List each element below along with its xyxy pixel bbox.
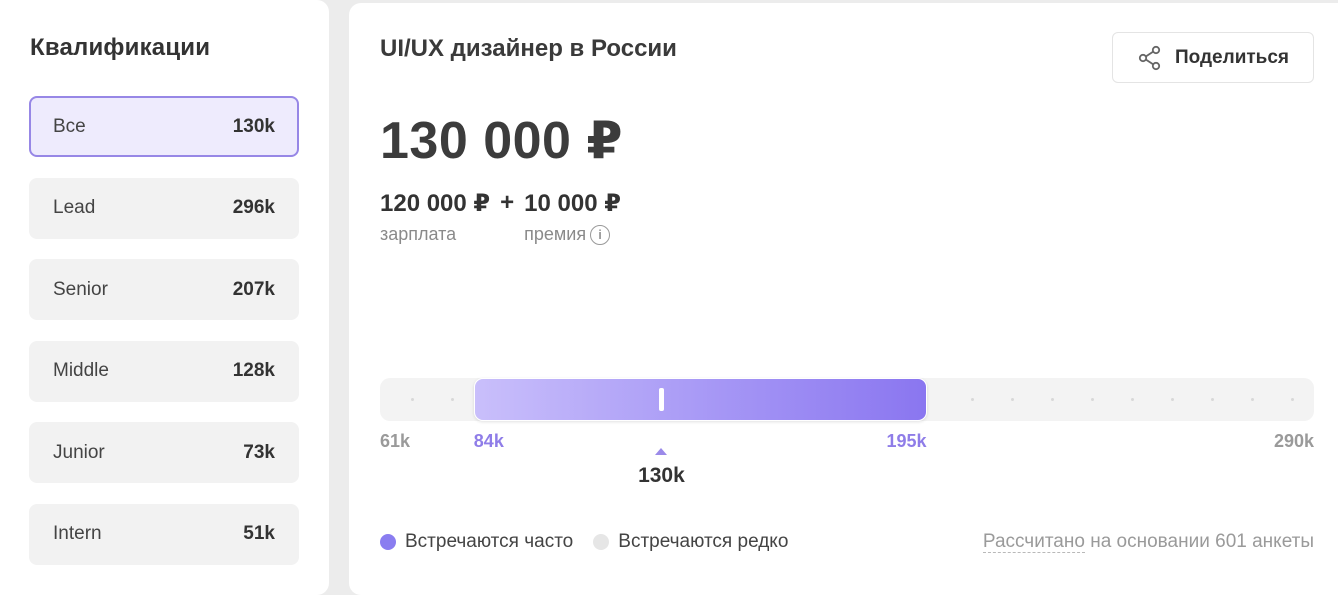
calculation-link[interactable]: Рассчитано [982,531,1085,553]
share-button[interactable]: Поделиться [1112,32,1314,83]
qualification-item-senior[interactable]: Senior 207k [29,259,299,320]
track-dot [1211,398,1214,401]
salary-value: 120 000 ₽ [380,190,491,217]
track-dot [411,398,414,401]
qualification-count: 207k [232,278,275,300]
qualification-count: 130k [232,115,275,137]
total-salary: 130 000 ₽ [380,112,624,170]
frequent-dot-icon [380,534,396,550]
qualification-count: 296k [232,197,275,218]
range-min-label: 61k [380,431,411,451]
qualifications-title: Квалификации [30,34,211,61]
salary-column: 120 000 ₽ зарплата [380,189,490,245]
qualification-count: 73k [243,441,275,463]
track-dot [1091,398,1094,401]
salary-breakdown: 120 000 ₽ зарплата + 10 000 ₽ премия i [380,189,621,245]
salary-label: зарплата [380,224,457,244]
legend-rare-label: Встречаются редко [618,531,789,552]
calculation-text: на основании 601 анкеты [1084,531,1314,552]
qualification-label: Junior [53,441,105,463]
qualification-label: Все [53,115,86,137]
legend-item-frequent: Встречаются часто [380,531,573,553]
legend: Встречаются часто Встречаются редко [380,531,808,553]
qualifications-panel: Квалификации Все 130k Lead 296k Senior 2… [0,0,329,595]
qualification-label: Middle [53,360,109,381]
qualification-item-middle[interactable]: Middle 128k [29,340,299,402]
rare-dot-icon [593,534,610,550]
calculation-basis: Рассчитано на основании 601 анкеты [982,531,1314,553]
bonus-value: 10 000 ₽ [524,190,621,217]
salary-range-bar [473,378,927,421]
info-icon[interactable]: i [590,224,611,245]
range-low-label: 84k [473,431,504,451]
qualification-count: 128k [232,360,275,381]
plus-sign: + [500,189,515,216]
track-dot [1051,398,1054,401]
legend-frequent-label: Встречаются часто [405,531,574,552]
qualification-item-lead[interactable]: Lead 296k [29,177,299,239]
legend-item-rare: Встречаются редко [593,531,788,553]
median-marker [658,388,664,411]
qualification-item-all[interactable]: Все 130k [29,96,299,157]
track-dot [1011,398,1014,401]
median-caret-icon [655,448,668,455]
track-dot [971,398,974,401]
qualification-item-junior[interactable]: Junior 73k [29,422,299,483]
qualifications-list: Все 130k Lead 296k Senior 207k Middle 12… [29,96,299,585]
salary-range-track [380,378,1314,421]
range-max-label: 290k [1273,431,1314,451]
qualification-label: Senior [53,278,108,300]
bonus-label-row: премия i [524,224,621,245]
bonus-label: премия [524,224,587,244]
qualification-label: Intern [53,523,102,544]
median-label: 130k [638,464,685,487]
track-dot [451,398,454,401]
track-dot [1251,398,1254,401]
qualification-label: Lead [53,197,96,218]
range-high-label: 195k [886,431,927,451]
track-dot [1291,398,1294,401]
bonus-column: 10 000 ₽ премия i [524,189,621,245]
salary-panel: UI/UX дизайнер в России Поделиться 130 0… [349,3,1338,595]
page-title: UI/UX дизайнер в России [380,35,677,62]
share-icon [1137,45,1163,71]
qualification-count: 51k [243,523,275,544]
share-label: Поделиться [1174,46,1290,68]
track-dot [1171,398,1174,401]
qualification-item-intern[interactable]: Intern 51k [29,503,299,565]
track-dot [1131,398,1134,401]
